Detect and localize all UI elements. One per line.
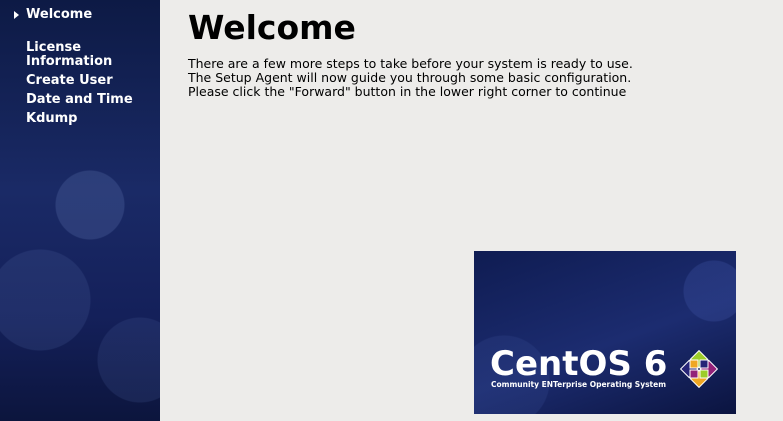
sidebar-item-date-and-time[interactable]: Date and Time <box>0 93 160 107</box>
sidebar-item-label: Create User <box>26 73 113 88</box>
intro-line: Please click the "Forward" button in the… <box>188 84 627 99</box>
intro-text: There are a few more steps to take befor… <box>188 57 748 99</box>
intro-line: There are a few more steps to take befor… <box>188 56 633 71</box>
current-step-arrow-icon <box>14 11 19 19</box>
logo-tagline: Community ENTerprise Operating System <box>491 380 667 389</box>
sidebar-item-label: Date and Time <box>26 92 133 107</box>
logo-wordmark: CentOS 6 <box>490 344 668 384</box>
sidebar-item-create-user[interactable]: Create User <box>0 74 160 88</box>
sidebar: Welcome License Information Create User … <box>0 0 160 421</box>
sidebar-nav: Welcome License Information Create User … <box>0 8 160 131</box>
sidebar-item-license-information[interactable]: License Information <box>0 27 160 69</box>
intro-line: The Setup Agent will now guide you throu… <box>188 70 632 85</box>
sidebar-item-welcome[interactable]: Welcome <box>0 8 160 22</box>
centos-logo-card: CentOS 6 Community ENTerprise Operating … <box>474 251 736 414</box>
sidebar-item-kdump[interactable]: Kdump <box>0 112 160 126</box>
centos-logo-icon <box>679 349 719 389</box>
page-title: Welcome <box>188 8 356 47</box>
sidebar-item-label: License Information <box>26 40 113 69</box>
sidebar-item-label: Welcome <box>26 7 93 22</box>
sidebar-item-label: Kdump <box>26 111 78 126</box>
